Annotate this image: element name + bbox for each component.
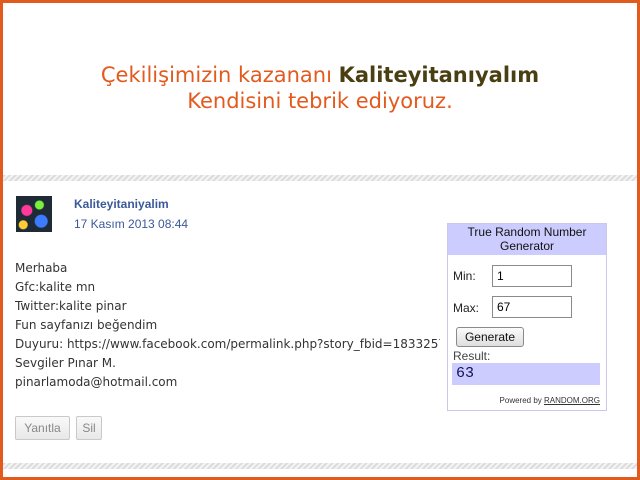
avatar[interactable] bbox=[16, 196, 52, 232]
comment-line: Duyuru: https://www.facebook.com/permali… bbox=[15, 337, 440, 351]
generate-button[interactable]: Generate bbox=[456, 327, 524, 347]
comment-body: Merhaba Gfc:kalite mn Twitter:kalite pin… bbox=[15, 259, 440, 392]
powered-prefix: Powered by bbox=[499, 396, 544, 405]
comment-line: Twitter:kalite pinar bbox=[15, 299, 127, 313]
max-input[interactable]: 67 bbox=[492, 296, 572, 318]
random-number-widget: True Random Number Generator Min: 1 Max:… bbox=[447, 223, 607, 411]
result-value: 63 bbox=[452, 363, 600, 385]
announcement-line-2: Kendisini tebrik ediyoruz. bbox=[187, 89, 453, 113]
rng-title: True Random Number Generator bbox=[448, 224, 606, 255]
reply-button[interactable]: Yanıtla bbox=[15, 416, 70, 440]
winner-name: Kaliteyitanıyalım bbox=[338, 63, 540, 87]
divider-bottom bbox=[3, 463, 637, 469]
result-label: Result: bbox=[453, 349, 491, 363]
announcement-prefix: Çekilişimizin kazananı bbox=[100, 63, 339, 87]
comment-line: Fun sayfanızı beğendim bbox=[15, 318, 158, 332]
min-input[interactable]: 1 bbox=[492, 265, 572, 287]
comment-line: Merhaba bbox=[15, 261, 68, 275]
winner-announcement: Çekilişimizin kazananı Kaliteyitanıyalım… bbox=[0, 62, 640, 114]
comment-date[interactable]: 17 Kasım 2013 08:44 bbox=[74, 217, 188, 231]
comment-line: pinarlamoda@hotmail.com bbox=[15, 375, 178, 389]
max-label: Max: bbox=[453, 301, 480, 315]
comment-line: Gfc:kalite mn bbox=[15, 280, 96, 294]
powered-by: Powered by RANDOM.ORG bbox=[500, 396, 600, 405]
min-label: Min: bbox=[453, 269, 476, 283]
delete-button[interactable]: Sil bbox=[76, 416, 102, 440]
comment-line: Sevgiler Pınar M. bbox=[15, 356, 116, 370]
announcement-line-1: Çekilişimizin kazananı Kaliteyitanıyalım bbox=[0, 62, 640, 88]
random-org-link[interactable]: RANDOM.ORG bbox=[544, 396, 600, 405]
comment-author[interactable]: Kaliteyitaniyalim bbox=[74, 197, 169, 211]
divider-top bbox=[3, 175, 637, 181]
